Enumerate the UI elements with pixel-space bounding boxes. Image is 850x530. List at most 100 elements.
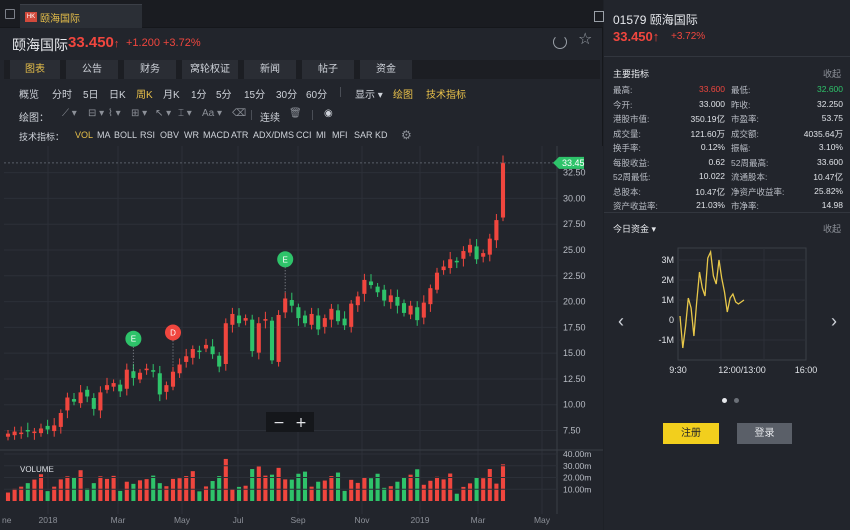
indicator-sar[interactable]: SAR bbox=[354, 130, 373, 140]
document-tab-label: 颐海国际 bbox=[40, 14, 80, 25]
volume-bar bbox=[487, 469, 492, 501]
metrics-collapse-link[interactable]: 收起 bbox=[823, 67, 841, 80]
indicator-mi[interactable]: MI bbox=[316, 130, 326, 140]
arrow-tool-icon[interactable]: ↖ ▾ bbox=[155, 108, 171, 119]
channel-tool-icon[interactable]: ⊞ ▾ bbox=[131, 108, 147, 119]
volume-tick-label: 10.00m bbox=[563, 484, 591, 494]
tab-news[interactable]: 新闻 bbox=[244, 60, 296, 79]
volume-tick-label: 40.00m bbox=[563, 449, 591, 459]
indicator-obv[interactable]: OBV bbox=[160, 130, 179, 140]
indicator-mfi[interactable]: MFI bbox=[332, 130, 348, 140]
panel-collapse-icon[interactable] bbox=[594, 11, 604, 22]
volume-bar bbox=[421, 484, 426, 501]
period-5min[interactable]: 5分 bbox=[216, 86, 232, 101]
text-tool-icon[interactable]: Aa ▾ bbox=[202, 108, 222, 119]
zoom-out-button[interactable]: − bbox=[273, 415, 285, 431]
quote-header: 颐海国际 33.450↑ +1.200 +3.72% bbox=[0, 28, 603, 56]
draw-toggle[interactable]: 绘图 bbox=[393, 86, 413, 101]
indicator-vol[interactable]: VOL bbox=[75, 130, 93, 140]
volume-bar bbox=[12, 488, 17, 501]
continuous-draw-toggle[interactable]: 连续 bbox=[260, 109, 280, 124]
login-button[interactable]: 登录 bbox=[737, 423, 792, 444]
zigzag-tool-icon[interactable]: ⌇ ▾ bbox=[108, 108, 121, 119]
register-button[interactable]: 注册 bbox=[663, 423, 719, 444]
favorite-star-icon[interactable]: ☆ bbox=[578, 32, 592, 48]
x-axis-label: 2018 bbox=[39, 515, 58, 525]
indicator-atr[interactable]: ATR bbox=[231, 130, 248, 140]
capital-flow-title[interactable]: 今日资金 ▾ bbox=[613, 222, 656, 235]
candle-body bbox=[210, 346, 215, 355]
volume-bar bbox=[335, 472, 341, 501]
metric-value: 25.82% bbox=[814, 185, 843, 196]
metric-row: 成交量: 121.60万 成交额: 4035.64万 bbox=[613, 128, 843, 141]
indicator-adx-dms[interactable]: ADX/DMS bbox=[253, 130, 294, 140]
refresh-icon[interactable] bbox=[553, 35, 567, 49]
carousel-dot[interactable] bbox=[734, 398, 739, 403]
settings-gear-icon[interactable]: ⚙ bbox=[401, 128, 412, 142]
volume-bar bbox=[78, 470, 83, 501]
ray-tool-icon[interactable]: ⊟ ▾ bbox=[88, 108, 104, 119]
zoom-in-button[interactable]: + bbox=[295, 415, 307, 431]
eye-icon[interactable]: ◉ bbox=[324, 108, 333, 119]
line-tool-icon[interactable]: ⟋ ▾ bbox=[62, 108, 77, 119]
price-tick-label: 12.50 bbox=[563, 374, 586, 384]
chevron-left-icon[interactable]: ‹ bbox=[618, 312, 624, 330]
zoom-controls: − + bbox=[266, 412, 314, 432]
trash-icon[interactable]: 🗑 bbox=[289, 108, 302, 119]
tab-financials[interactable]: 财务 bbox=[124, 60, 176, 79]
indicator-ma[interactable]: MA bbox=[97, 130, 111, 140]
indicator-wr[interactable]: WR bbox=[184, 130, 199, 140]
price-tick-label: 25.00 bbox=[563, 245, 586, 255]
carousel-dot-active[interactable] bbox=[722, 398, 727, 403]
candle-body bbox=[362, 279, 367, 294]
volume-tick-label: 30.00m bbox=[563, 461, 591, 471]
indicator-toggle[interactable]: 技术指标 bbox=[426, 86, 466, 101]
chevron-right-icon[interactable]: › bbox=[831, 312, 837, 330]
tab-capital[interactable]: 资金 bbox=[360, 60, 412, 79]
metric-value: 10.47亿 bbox=[813, 172, 843, 182]
volume-bar bbox=[58, 479, 63, 501]
period-weekly-k[interactable]: 周K bbox=[136, 86, 153, 101]
x-axis-label: Jul bbox=[233, 515, 244, 525]
period-intraday[interactable]: 分时 bbox=[52, 86, 72, 101]
display-menu[interactable]: 显示 ▾ bbox=[355, 86, 383, 101]
indicator-label: 技术指标： bbox=[19, 132, 65, 142]
period-daily-k[interactable]: 日K bbox=[109, 86, 126, 101]
tab-chart[interactable]: 图表 bbox=[10, 60, 60, 79]
divider bbox=[251, 110, 252, 120]
period-overview[interactable]: 概览 bbox=[19, 86, 39, 101]
indicator-macd[interactable]: MACD bbox=[203, 130, 230, 140]
sidebar-title: 01579 颐海国际 bbox=[613, 13, 698, 27]
candle-body bbox=[355, 296, 360, 306]
candle-body bbox=[454, 260, 459, 263]
volume-bar bbox=[45, 491, 50, 501]
metric-value: 10.47亿 bbox=[695, 186, 725, 197]
candle-body bbox=[223, 323, 228, 364]
period-30min[interactable]: 30分 bbox=[276, 86, 297, 101]
candle-body bbox=[316, 315, 321, 330]
eraser-tool-icon[interactable]: ⌫ bbox=[232, 108, 246, 119]
tab-warrants[interactable]: 窝轮权证 bbox=[182, 60, 238, 79]
indicator-rsi[interactable]: RSI bbox=[140, 130, 155, 140]
period-60min[interactable]: 60分 bbox=[306, 86, 327, 101]
indicator-boll[interactable]: BOLL bbox=[114, 130, 137, 140]
document-tab[interactable]: HK 颐海国际 bbox=[20, 4, 142, 28]
tab-announcements[interactable]: 公告 bbox=[66, 60, 118, 79]
period-5day[interactable]: 5日 bbox=[83, 86, 99, 101]
period-15min[interactable]: 15分 bbox=[244, 86, 265, 101]
indicator-cci[interactable]: CCI bbox=[296, 130, 312, 140]
metric-value: 3.10% bbox=[818, 142, 843, 152]
panel-toggle-icon[interactable] bbox=[5, 9, 15, 19]
cursor-tool-icon[interactable]: ⌶ ▾ bbox=[178, 108, 192, 119]
indicator-kd[interactable]: KD bbox=[375, 130, 388, 140]
period-1min[interactable]: 1分 bbox=[191, 86, 207, 101]
period-monthly-k[interactable]: 月K bbox=[163, 86, 180, 101]
tab-posts[interactable]: 帖子 bbox=[302, 60, 354, 79]
volume-bar bbox=[269, 474, 275, 501]
volume-bar bbox=[289, 479, 294, 501]
event-marker-label: D bbox=[170, 329, 176, 338]
candlestick-chart[interactable]: 7.50 10.00 12.50 15.00 17.50 20.00 22.50 25.00 2… bbox=[0, 146, 603, 530]
flow-collapse-link[interactable]: 收起 bbox=[823, 222, 841, 235]
candle-body bbox=[441, 266, 446, 271]
candle-body bbox=[322, 318, 327, 327]
